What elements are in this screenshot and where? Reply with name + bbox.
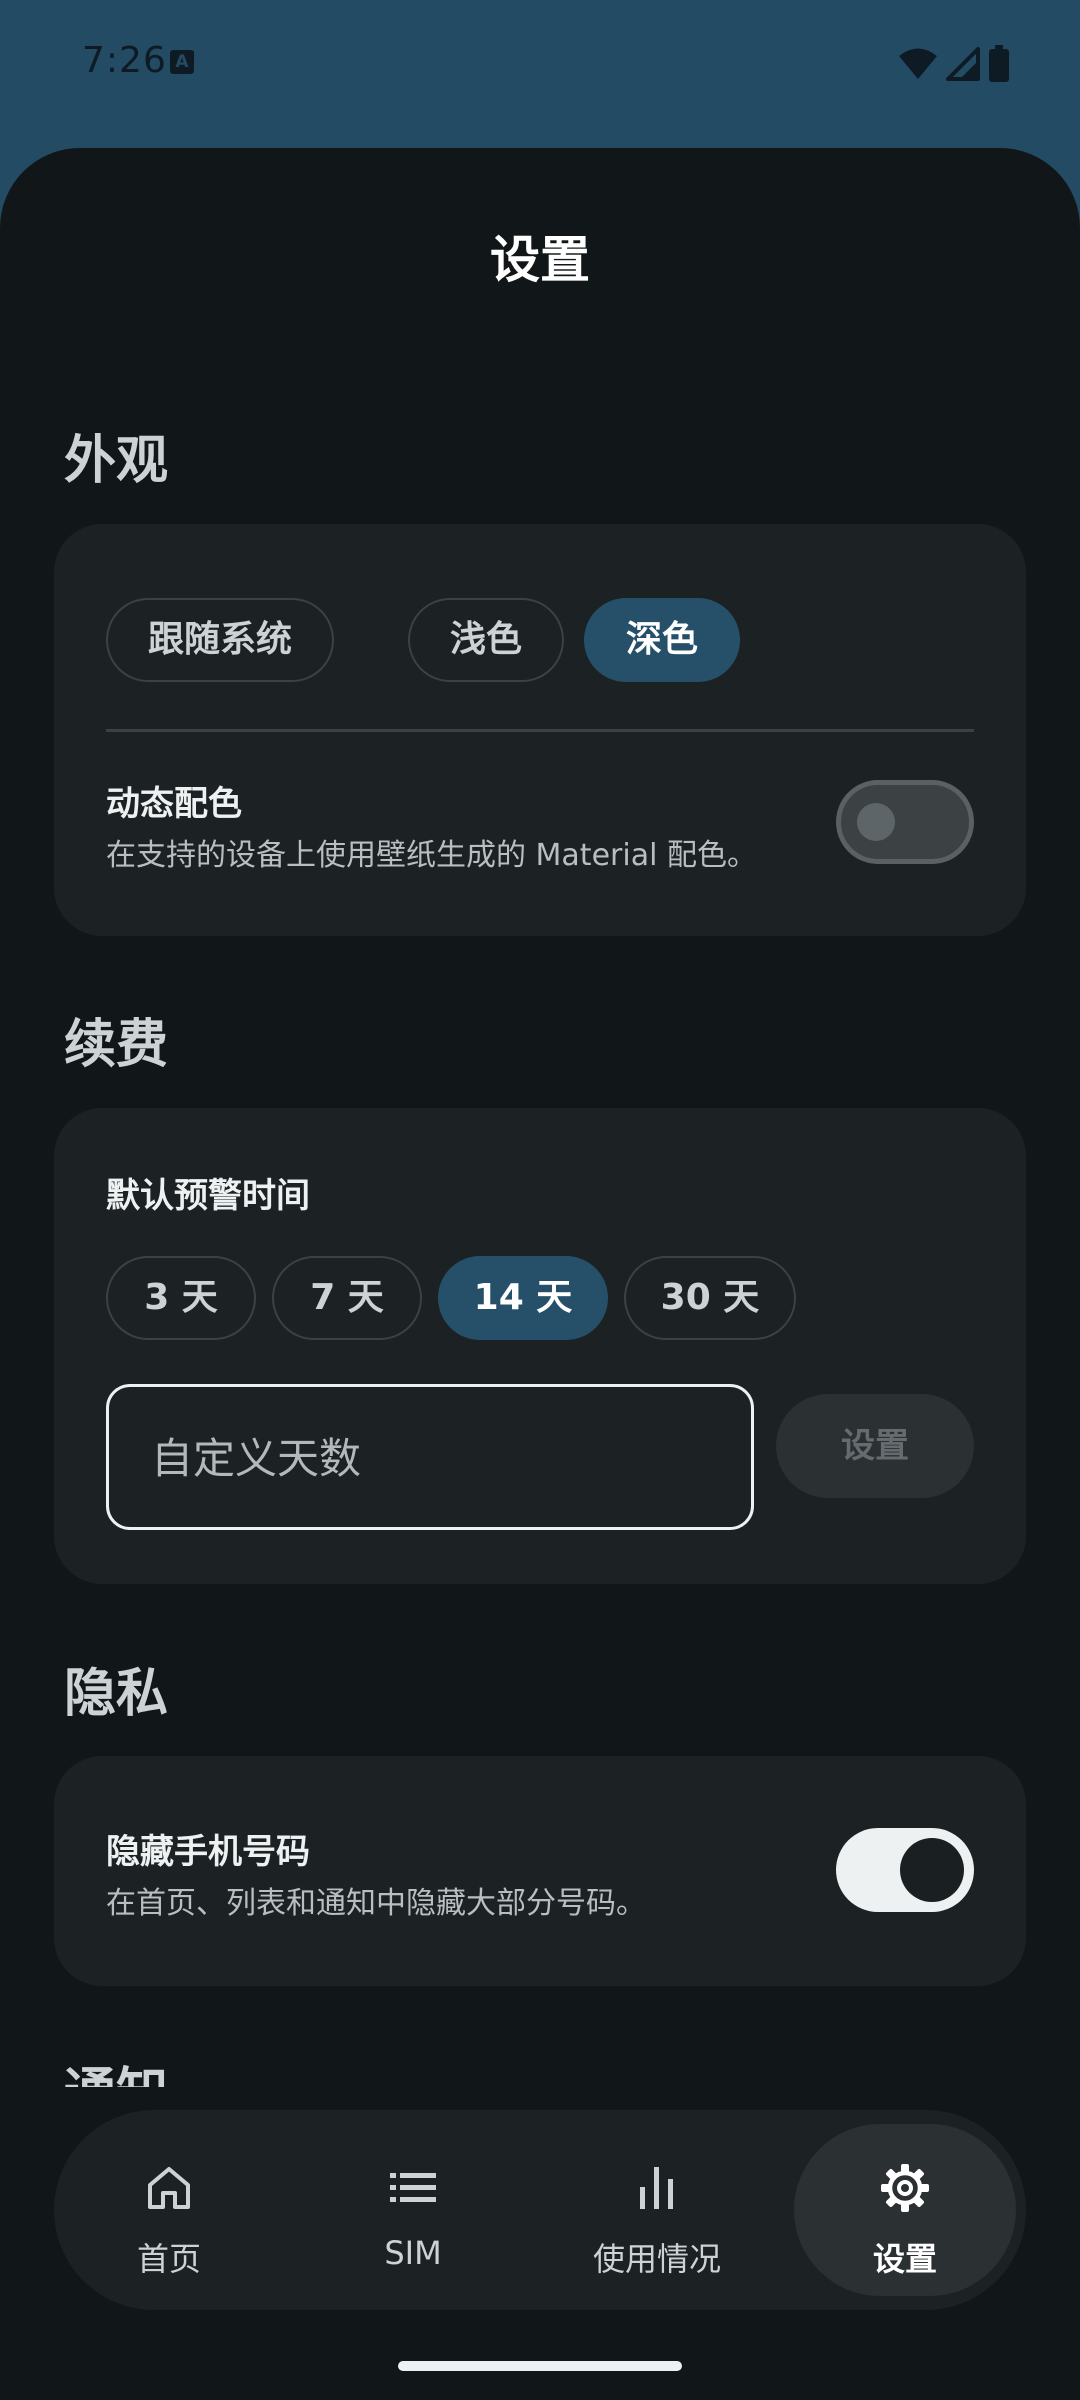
theme-chip-group: 跟随系统 浅色 深色 [106, 598, 976, 682]
dynamic-color-toggle[interactable] [836, 780, 974, 864]
accessibility-a-icon: A [170, 50, 194, 74]
custom-days-input[interactable] [149, 1387, 713, 1529]
nav-label-sim: SIM [384, 2234, 442, 2272]
home-icon [54, 2158, 284, 2218]
theme-chip-system[interactable]: 跟随系统 [106, 598, 334, 682]
status-bar: 7:26 A [0, 0, 1080, 130]
cellular-signal-icon [946, 47, 980, 81]
theme-chip-dark[interactable]: 深色 [584, 598, 740, 682]
page-title: 设置 [490, 231, 590, 289]
hide-number-title: 隐藏手机号码 [106, 1832, 310, 1872]
days-chip-3[interactable]: 3 天 [106, 1256, 256, 1340]
section-title-privacy: 隐私 [64, 1664, 169, 1724]
hide-number-description: 在首页、列表和通知中隐藏大部分号码。 [106, 1886, 646, 1921]
warning-days-chip-group: 3 天 7 天 14 天 30 天 [106, 1256, 976, 1340]
dynamic-color-description: 在支持的设备上使用壁纸生成的 Material 配色。 [106, 838, 757, 873]
set-days-button[interactable]: 设置 [776, 1394, 974, 1498]
theme-chip-light[interactable]: 浅色 [408, 598, 564, 682]
toggle-knob [900, 1838, 964, 1902]
wifi-icon [899, 48, 937, 79]
appearance-card: 跟随系统 浅色 深色 动态配色 在支持的设备上使用壁纸生成的 Material … [54, 524, 1026, 936]
bottom-navigation: 首页 SIM 使用情况 设置 [54, 2110, 1026, 2310]
home-indicator[interactable] [398, 2361, 682, 2371]
section-title-appearance: 外观 [64, 431, 169, 491]
gear-icon [794, 2158, 1016, 2218]
privacy-card: 隐藏手机号码 在首页、列表和通知中隐藏大部分号码。 [54, 1756, 1026, 1986]
days-chip-30[interactable]: 30 天 [624, 1256, 796, 1340]
default-warning-label: 默认预警时间 [106, 1176, 310, 1216]
days-chip-14[interactable]: 14 天 [438, 1256, 608, 1340]
section-title-notifications: 通知 [64, 2055, 168, 2087]
battery-icon [989, 45, 1009, 82]
nav-item-home[interactable]: 首页 [54, 2110, 284, 2310]
renewal-card: 默认预警时间 3 天 7 天 14 天 30 天 设置 [54, 1108, 1026, 1584]
bar-chart-icon [542, 2158, 772, 2218]
dynamic-color-title: 动态配色 [106, 784, 242, 824]
status-icons [898, 44, 1010, 84]
nav-item-settings[interactable]: 设置 [794, 2110, 1024, 2310]
list-icon [298, 2158, 528, 2218]
appearance-divider [106, 729, 974, 732]
custom-days-field[interactable] [106, 1384, 754, 1530]
hide-number-toggle[interactable] [836, 1828, 974, 1912]
nav-item-usage[interactable]: 使用情况 [542, 2110, 772, 2310]
status-time: 7:26 [82, 40, 167, 81]
section-title-renewal: 续费 [64, 1015, 169, 1075]
toggle-knob [857, 803, 895, 841]
nav-label-usage: 使用情况 [592, 2240, 721, 2278]
nav-label-home: 首页 [136, 2240, 201, 2278]
nav-item-sim[interactable]: SIM [298, 2110, 528, 2310]
days-chip-7[interactable]: 7 天 [272, 1256, 422, 1340]
nav-label-settings: 设置 [872, 2240, 937, 2278]
